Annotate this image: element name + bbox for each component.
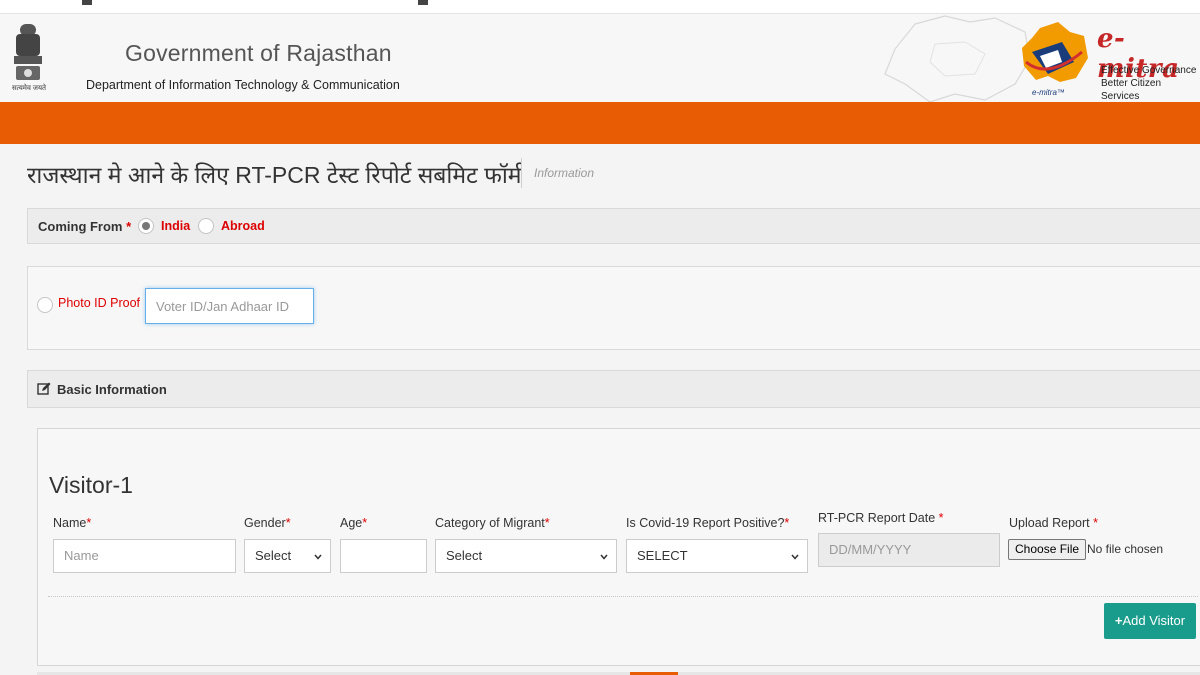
navigation-bar [0, 102, 1200, 144]
divider [48, 596, 1198, 597]
covid-select-value: SELECT [637, 548, 688, 563]
radio-abroad[interactable] [198, 218, 214, 234]
department-title: Department of Information Technology & C… [86, 78, 400, 92]
required-mark: * [784, 516, 790, 530]
radio-photo-id[interactable] [37, 297, 53, 313]
page-subtitle: Information [534, 166, 595, 180]
basic-information-title: Basic Information [57, 382, 167, 397]
file-status: No file chosen [1087, 542, 1164, 556]
emitra-tagline-line-1: Effective Governance [1101, 65, 1197, 76]
report-date-label-text: RT-PCR Report Date [818, 511, 936, 525]
coming-from-label-text: Coming From [38, 219, 123, 234]
chevron-down-icon [314, 554, 322, 560]
chevron-down-icon [791, 554, 799, 560]
main-content: राजस्थान मे आने के लिए RT-PCR टेस्ट रिपो… [0, 144, 1200, 675]
visitor-panel: Visitor-1 Name* Name Gender* Select Age*… [37, 428, 1200, 666]
emblem-motto: सत्यमेव जयते [11, 85, 47, 92]
required-mark: * [938, 511, 944, 525]
photo-id-section: Photo ID Proof [27, 266, 1200, 350]
photo-id-input[interactable] [145, 288, 314, 324]
report-date-input[interactable]: DD/MM/YYYY [818, 533, 1000, 567]
page-title: राजस्थान मे आने के लिए RT-PCR टेस्ट रिपो… [27, 162, 522, 188]
add-visitor-button[interactable]: +Add Visitor [1104, 603, 1196, 639]
visitor-title: Visitor-1 [49, 472, 133, 498]
radio-abroad-label[interactable]: Abroad [221, 219, 265, 233]
emitra-small-mark: e-mitra™ [1032, 88, 1065, 97]
upload-report-label: Upload Report * [1009, 516, 1098, 530]
covid-select[interactable]: SELECT [626, 539, 808, 573]
toolbar-icon [418, 0, 428, 5]
government-title: Government of Rajasthan [125, 40, 392, 66]
gender-select-value: Select [255, 548, 292, 563]
category-label: Category of Migrant* [435, 516, 550, 530]
category-label-text: Category of Migrant [435, 516, 545, 530]
age-label: Age* [340, 516, 367, 530]
name-label-text: Name [53, 516, 87, 530]
emitra-tagline-line-2: Better Citizen Services [1101, 78, 1162, 102]
covid-label: Is Covid-19 Report Positive?* [626, 516, 789, 530]
gender-label-text: Gender [244, 516, 286, 530]
required-mark: * [362, 516, 368, 530]
rajasthan-map-outline-icon [884, 15, 1031, 102]
browser-top-strip [0, 0, 1200, 14]
edit-icon [37, 382, 51, 395]
covid-label-text: Is Covid-19 Report Positive? [626, 516, 785, 530]
age-label-text: Age [340, 516, 363, 530]
emitra-tagline: Effective Governance Better Citizen Serv… [1101, 64, 1200, 102]
upload-report-label-text: Upload Report [1009, 516, 1090, 530]
name-label: Name* [53, 516, 91, 530]
required-mark: * [1093, 516, 1098, 530]
chevron-down-icon [600, 554, 608, 560]
required-mark: * [544, 516, 550, 530]
coming-from-label: Coming From * [38, 219, 131, 234]
gender-label: Gender* [244, 516, 291, 530]
site-header: सत्यमेव जयते Government of Rajasthan Dep… [0, 14, 1200, 102]
title-divider [521, 158, 522, 188]
radio-india-label[interactable]: India [161, 219, 190, 233]
toolbar-icon [82, 0, 92, 5]
required-mark: * [126, 219, 132, 234]
basic-information-header: Basic Information [27, 370, 1200, 408]
radio-india[interactable] [138, 218, 154, 234]
photo-id-label[interactable]: Photo ID Proof [58, 296, 140, 310]
coming-from-section: Coming From * India Abroad [27, 208, 1200, 244]
choose-file-button[interactable]: Choose File [1008, 539, 1087, 560]
required-mark: * [86, 516, 92, 530]
age-input[interactable] [340, 539, 427, 573]
gender-select[interactable]: Select [244, 539, 331, 573]
required-mark: * [285, 516, 291, 530]
category-select-value: Select [446, 548, 483, 563]
add-visitor-label: Add Visitor [1122, 613, 1186, 628]
category-select[interactable]: Select [435, 539, 617, 573]
name-input[interactable]: Name [53, 539, 236, 573]
report-date-label: RT-PCR Report Date * [818, 511, 944, 525]
